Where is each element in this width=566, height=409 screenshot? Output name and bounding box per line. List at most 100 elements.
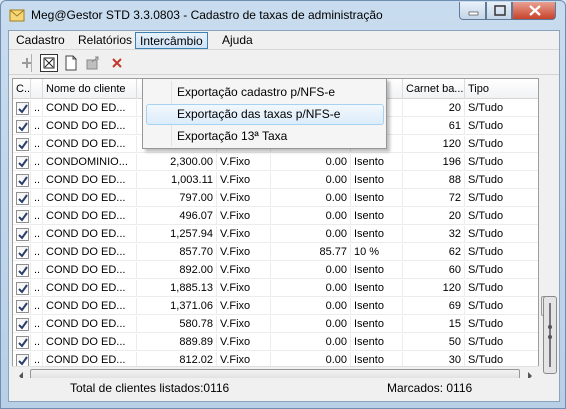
row-checkbox[interactable] <box>16 228 29 241</box>
cell-discount: 0.00 <box>271 208 351 225</box>
menu-relatorios[interactable]: Relatórios <box>74 32 136 49</box>
table-row[interactable]: .. COND DO ED... 797.00 V.Fixo 0.00 Isento 72 S… <box>13 190 538 207</box>
col-header-tipo[interactable]: Tipo <box>465 79 538 99</box>
delete-icon[interactable] <box>108 54 126 72</box>
cell-tipo: S/Tudo <box>465 298 538 315</box>
cell-flag: .. <box>31 208 43 225</box>
row-checkbox[interactable] <box>16 336 29 349</box>
col-header-check[interactable]: C... <box>13 79 31 99</box>
cell-carnet: 120 <box>403 280 465 297</box>
cell-carnet: 69 <box>403 298 465 315</box>
close-window-button[interactable] <box>512 2 556 20</box>
checkmark-icon <box>18 248 28 258</box>
cell-tipo: S/Tudo <box>465 334 538 351</box>
cell-client-name: COND DO ED... <box>43 208 137 225</box>
cell-check <box>13 298 31 315</box>
splitter-grip-icon[interactable] <box>543 296 557 374</box>
cell-discount: 0.00 <box>271 334 351 351</box>
cell-flag: .. <box>31 262 43 279</box>
row-checkbox[interactable] <box>16 300 29 313</box>
cell-flag: .. <box>31 100 43 117</box>
table-row[interactable]: .. COND DO ED... 580.78 V.Fixo 0.00 Isento 15 S… <box>13 316 538 333</box>
cell-discount: 0.00 <box>271 316 351 333</box>
cell-flag: .. <box>31 280 43 297</box>
row-checkbox[interactable] <box>16 282 29 295</box>
row-checkbox[interactable] <box>16 318 29 331</box>
cell-client-name: COND DO ED... <box>43 334 137 351</box>
table-row[interactable]: .. COND DO ED... 857.70 V.Fixo 85.77 10 % 62 S/… <box>13 244 538 261</box>
table-row[interactable]: .. COND DO ED... 1,257.94 V.Fixo 0.00 Isento 3… <box>13 226 538 243</box>
maximize-button[interactable] <box>486 2 512 20</box>
minimize-button[interactable] <box>459 2 486 20</box>
cell-tipo: S/Tudo <box>465 118 538 135</box>
cell-fee-type: V.Fixo <box>217 190 271 207</box>
table-row[interactable]: .. COND DO ED... 892.00 V.Fixo 0.00 Isento 60 S… <box>13 262 538 279</box>
menu-item-export-fees-nfse[interactable]: Exportação das taxas p/NFS-e <box>146 104 384 125</box>
cell-client-name: COND DO ED... <box>43 262 137 279</box>
cell-check <box>13 226 31 243</box>
cell-check <box>13 262 31 279</box>
cell-discount: 0.00 <box>271 262 351 279</box>
cell-tax: Isento <box>351 172 403 189</box>
row-checkbox[interactable] <box>16 264 29 277</box>
cell-tipo: S/Tudo <box>465 226 538 243</box>
cell-fee-type: V.Fixo <box>217 244 271 261</box>
export-icon[interactable] <box>84 54 102 72</box>
cell-client-name: COND DO ED... <box>43 172 137 189</box>
intercambio-dropdown-menu: Exportação cadastro p/NFS-e Exportação d… <box>142 78 387 149</box>
cell-tax: Isento <box>351 316 403 333</box>
row-checkbox[interactable] <box>16 174 29 187</box>
row-checkbox[interactable] <box>16 156 29 169</box>
add-icon[interactable] <box>18 54 36 72</box>
table-row[interactable]: .. COND DO ED... 889.89 V.Fixo 0.00 Isento 50 S… <box>13 334 538 351</box>
cell-carnet: 72 <box>403 190 465 207</box>
cell-tipo: S/Tudo <box>465 190 538 207</box>
row-checkbox[interactable] <box>16 210 29 223</box>
table-row[interactable]: .. CONDOMINIO... 2,300.00 V.Fixo 0.00 Isento 1… <box>13 154 538 171</box>
col-header-name[interactable]: Nome do cliente <box>43 79 137 99</box>
row-checkbox[interactable] <box>16 138 29 151</box>
app-window: Meg@Gestor STD 3.3.0803 - Cadastro de ta… <box>0 0 566 409</box>
cell-tipo: S/Tudo <box>465 154 538 171</box>
col-header-carnet[interactable]: Carnet ba... <box>403 79 465 99</box>
menu-ajuda[interactable]: Ajuda <box>218 32 257 49</box>
checkmark-icon <box>18 158 28 168</box>
cell-flag: .. <box>31 190 43 207</box>
row-checkbox[interactable] <box>16 192 29 205</box>
menu-item-export-registration-nfse[interactable]: Exportação cadastro p/NFS-e <box>146 82 384 103</box>
cell-client-name: COND DO ED... <box>43 226 137 243</box>
cell-fee-value: 797.00 <box>137 190 217 207</box>
new-document-icon[interactable] <box>62 54 80 72</box>
cell-fee-value: 2,300.00 <box>137 154 217 171</box>
menu-intercambio[interactable]: Intercâmbio <box>135 32 208 49</box>
row-checkbox[interactable] <box>16 120 29 133</box>
table-row[interactable]: .. COND DO ED... 1,003.11 V.Fixo 0.00 Isento 8… <box>13 172 538 189</box>
minimize-icon <box>468 11 479 16</box>
cell-carnet: 32 <box>403 226 465 243</box>
checkmark-icon <box>18 356 28 366</box>
maximize-icon <box>494 5 506 16</box>
row-checkbox[interactable] <box>16 102 29 115</box>
cell-check <box>13 208 31 225</box>
cell-discount: 0.00 <box>271 298 351 315</box>
col-header-flag[interactable] <box>31 79 43 99</box>
menu-cadastro[interactable]: Cadastro <box>12 32 69 49</box>
row-checkbox[interactable] <box>16 246 29 259</box>
cell-discount: 0.00 <box>271 226 351 243</box>
cell-fee-type: V.Fixo <box>217 280 271 297</box>
checkmark-icon <box>18 176 28 186</box>
checkmark-icon <box>18 338 28 348</box>
cell-carnet: 50 <box>403 334 465 351</box>
cell-client-name: COND DO ED... <box>43 190 137 207</box>
toggle-select-icon[interactable] <box>40 54 58 72</box>
cell-flag: .. <box>31 172 43 189</box>
menu-item-export-13th-fee[interactable]: Exportação 13ª Taxa <box>146 126 384 147</box>
cell-carnet: 120 <box>403 136 465 153</box>
cell-client-name: COND DO ED... <box>43 298 137 315</box>
table-row[interactable]: .. COND DO ED... 496.07 V.Fixo 0.00 Isento 20 S… <box>13 208 538 225</box>
cell-flag: .. <box>31 316 43 333</box>
table-row[interactable]: .. COND DO ED... 1,885.13 V.Fixo 0.00 Isento 1… <box>13 280 538 297</box>
menu-bar: Cadastro Relatórios Intercâmbio Ajuda <box>9 31 559 50</box>
table-row[interactable]: .. COND DO ED... 1,371.06 V.Fixo 0.00 Isento 6… <box>13 298 538 315</box>
title-bar[interactable]: Meg@Gestor STD 3.3.0803 - Cadastro de ta… <box>1 1 565 29</box>
